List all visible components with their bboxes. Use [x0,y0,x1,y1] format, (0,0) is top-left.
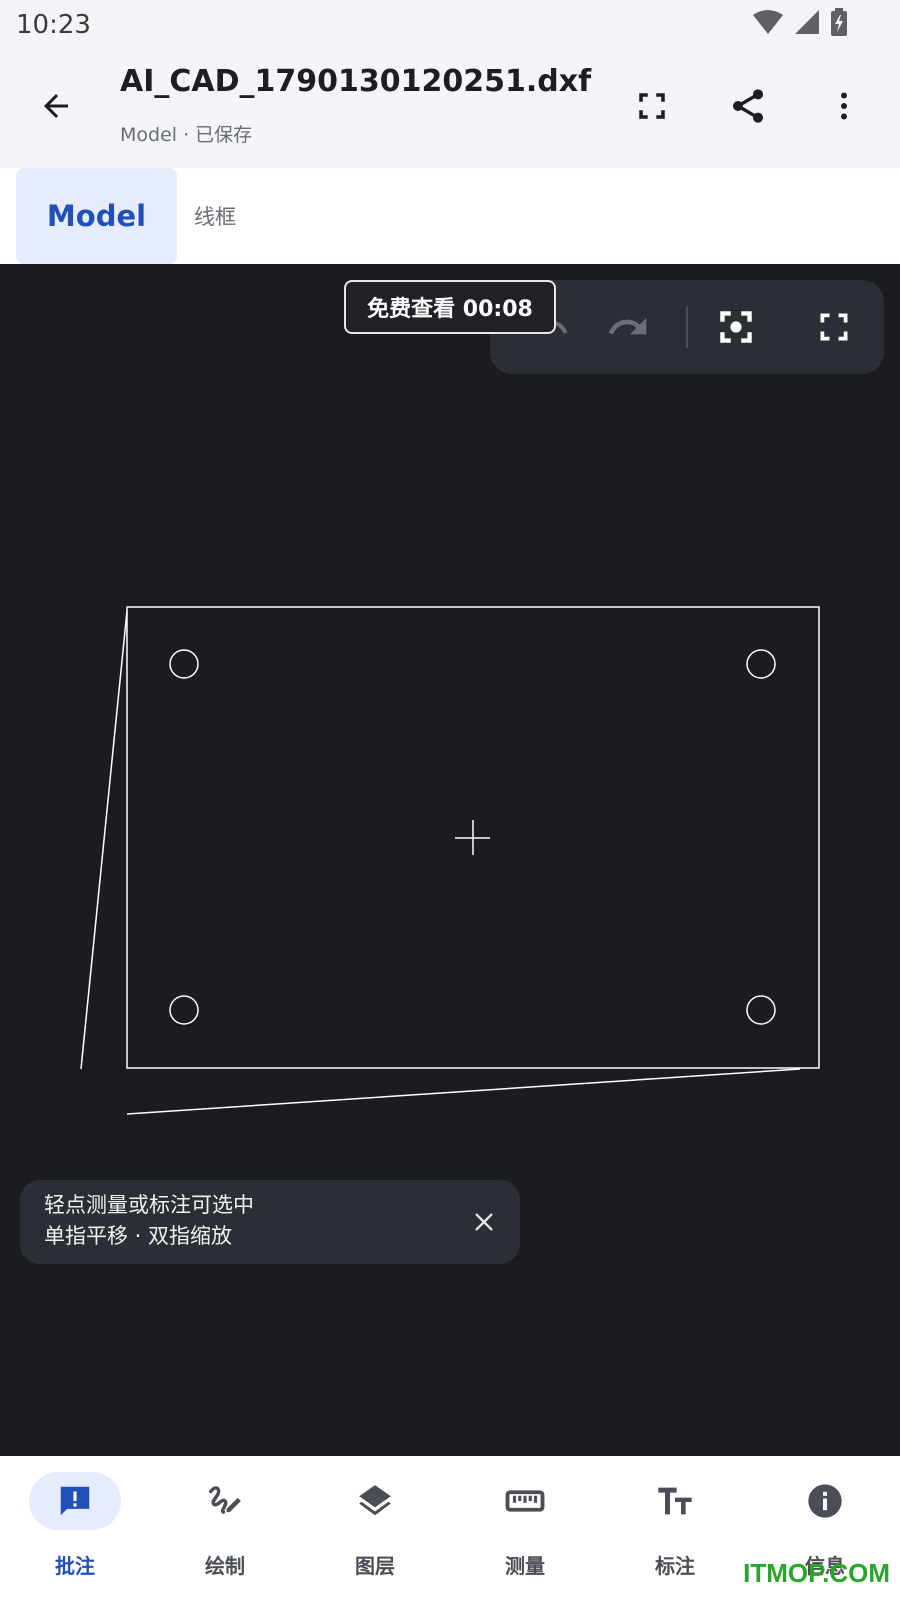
nav-label: 绘制 [205,1554,245,1578]
hint-line-2: 单指平移 · 双指缩放 [44,1224,233,1248]
nav-label: 测量 [505,1554,545,1578]
status-time: 10:23 [16,10,91,40]
gesture-hint: 轻点测量或标注可选中 单指平移 · 双指缩放 [20,1180,520,1264]
skew-line-bottom [126,1068,801,1115]
hint-close-button[interactable] [464,1202,504,1242]
wifi-icon [753,10,783,34]
close-icon [475,1213,493,1231]
back-button[interactable] [30,80,82,132]
file-subtitle: Model · 已保存 [120,124,253,146]
battery-icon [831,8,847,36]
nav-measure[interactable]: 测量 [450,1456,600,1600]
hole-bottom-right [746,995,776,1025]
more-vert-icon [841,92,847,120]
center-focus-icon [720,311,752,343]
tab-model[interactable]: Model [16,168,177,264]
signal-icon [795,10,819,34]
file-title: AI_CAD_1790130120251.dxf [120,64,592,99]
free-view-timer: 免费查看 00:08 [344,280,556,334]
layout-tabs: Model 线框 [0,168,900,264]
hole-top-right [746,649,776,679]
skew-line-left [80,610,128,1070]
ruler-icon [505,1490,545,1512]
nav-dimension[interactable]: 标注 [600,1456,750,1600]
nav-label: 标注 [655,1554,695,1578]
hint-line-1: 轻点测量或标注可选中 [44,1193,254,1217]
fullscreen-icon [639,93,665,119]
watermark: ITMOP.COM [743,1558,890,1588]
more-button[interactable] [818,80,870,132]
draw-icon [209,1486,241,1514]
arrow-back-icon [44,94,68,118]
redo-button[interactable] [602,301,654,353]
fit-extents-button[interactable] [808,301,860,353]
toolbar-divider [686,306,688,348]
focus-center-button[interactable] [710,301,762,353]
comment-alert-icon [60,1486,90,1516]
status-icons [752,8,848,36]
fullscreen-icon [820,313,848,341]
center-crosshair [455,820,490,855]
cad-canvas[interactable]: 免费查看 00:08 轻点测量或标注可选中 单指平移 · 双指缩放 [0,264,900,1456]
hole-bottom-left [169,995,199,1025]
nav-annotate[interactable]: 批注 [0,1456,150,1600]
share-icon [733,89,763,123]
layers-icon [359,1485,391,1516]
nav-label: 图层 [355,1554,395,1578]
info-icon [808,1484,842,1518]
text-size-icon [658,1487,692,1515]
status-bar: 10:23 [0,0,900,50]
fullscreen-button[interactable] [626,80,678,132]
redo-icon [608,317,647,335]
tab-wireframe[interactable]: 线框 [194,168,236,264]
nav-label: 批注 [55,1554,95,1578]
hole-top-left [169,649,199,679]
app-bar: AI_CAD_1790130120251.dxf Model · 已保存 [0,50,900,168]
nav-layers[interactable]: 图层 [300,1456,450,1600]
cad-drawing [80,606,820,1115]
nav-draw[interactable]: 绘制 [150,1456,300,1600]
share-button[interactable] [722,80,774,132]
